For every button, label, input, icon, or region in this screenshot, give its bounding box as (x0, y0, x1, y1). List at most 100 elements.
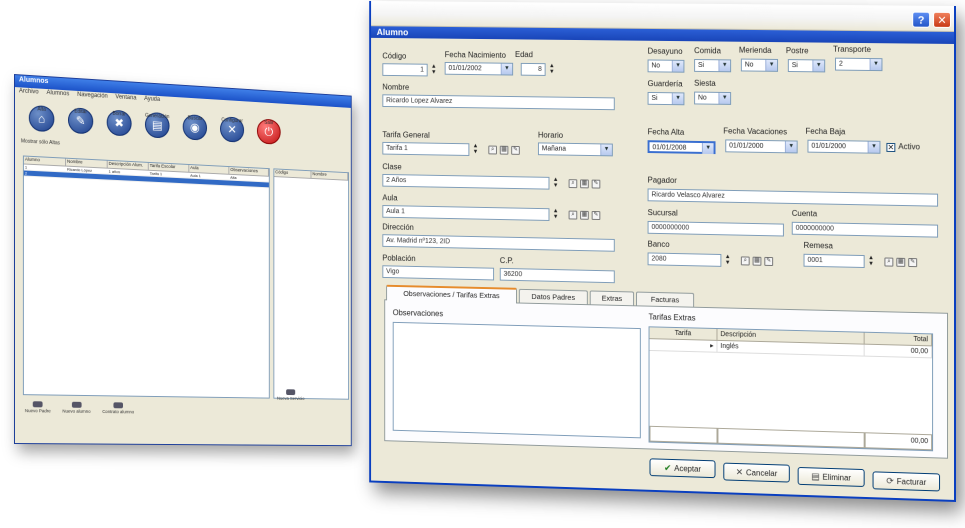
toolbar-editar-button[interactable]: ✎ Editar (66, 107, 95, 135)
alumno-dialog: ? ✕ Alumno Código 1 ▲ ▼ Fecha Nacimiento … (369, 0, 956, 503)
grid-header: Código Nombre (274, 169, 349, 181)
edit-icon[interactable]: ✎ (511, 145, 520, 155)
merienda-select[interactable]: No ▼ (740, 58, 779, 72)
cancelar-button[interactable]: ✕ Cancelar (723, 462, 790, 483)
horario-select[interactable]: Mañana ▼ (537, 142, 613, 157)
codigo-stepper[interactable]: ▲ ▼ (430, 64, 439, 77)
tarifas-extras-table[interactable]: Tarifa Descripción Total ▸ Inglés 00,00 … (648, 326, 934, 452)
aceptar-button[interactable]: ✔ Aceptar (649, 458, 716, 479)
tab-facturas[interactable]: Facturas (635, 291, 695, 307)
menu-item[interactable]: Ventana (115, 94, 136, 102)
banco-field[interactable]: 2080 (647, 252, 722, 267)
column-header[interactable]: Código (274, 169, 312, 178)
clase-field[interactable]: 2 Años (382, 173, 550, 190)
chevron-down-icon: ▼ (765, 59, 778, 71)
edit-icon[interactable]: ✎ (591, 211, 601, 221)
fecha-alta-label: Fecha Alta (647, 127, 685, 137)
fecha-nacimiento-label: Fecha Nacimiento (444, 50, 506, 60)
toolbar-borrar-button[interactable]: ✖ Borrar (105, 109, 134, 137)
edad-field[interactable]: 8 (520, 62, 546, 76)
edit-icon[interactable]: ✎ (908, 257, 918, 268)
fecha-alta-picker[interactable]: 01/01/2008 ▼ (647, 140, 716, 155)
cuenta-field[interactable]: 0000000000 (791, 221, 939, 238)
postre-label: Postre (785, 46, 809, 56)
column-header[interactable]: Nombre (311, 171, 349, 180)
cancel-icon: ✕ (735, 466, 744, 478)
edit-icon[interactable]: ✎ (764, 256, 774, 267)
nuevo-padre-button[interactable]: Nuevo Padre (25, 401, 51, 413)
background-window: Alumnos Archivo Alumnos Navegación Venta… (14, 74, 352, 447)
table-icon[interactable]: ▦ (752, 256, 762, 266)
sucursal-field[interactable]: 0000000000 (647, 220, 784, 237)
desayuno-select[interactable]: No ▼ (647, 59, 685, 73)
codigo-field[interactable]: 1 (382, 63, 428, 77)
user-icon (32, 401, 43, 408)
tarifa-stepper[interactable]: ▲ ▼ (471, 143, 480, 156)
toolbar-configurar-button[interactable]: ✕ Configurar (218, 116, 246, 143)
table-icon[interactable]: ▦ (580, 179, 589, 189)
tab-extras[interactable]: Extras (589, 290, 635, 306)
fecha-vacaciones-picker[interactable]: 01/01/2000 ▼ (725, 139, 798, 154)
search-icon[interactable]: ⌕ (488, 145, 497, 155)
fecha-baja-picker[interactable]: 01/01/2000 ▼ (807, 139, 881, 154)
fecha-nacimiento-picker[interactable]: 01/01/2002 ▼ (444, 62, 514, 76)
chevron-down-icon: ▼ (701, 143, 714, 155)
table-cell[interactable]: ▸ (649, 339, 718, 353)
aula-stepper[interactable]: ▲ ▼ (551, 208, 560, 221)
banco-stepper[interactable]: ▲ ▼ (723, 254, 732, 267)
eliminar-button[interactable]: ▤ Eliminar (797, 466, 865, 488)
nueva-servicio-button[interactable]: Nueva Servicio (277, 389, 304, 401)
guarderia-select[interactable]: Si ▼ (647, 91, 685, 106)
aula-field[interactable]: Aula 1 (382, 205, 550, 221)
siesta-select[interactable]: No ▼ (694, 91, 732, 105)
comida-select[interactable]: Si ▼ (694, 59, 732, 73)
chevron-down-icon: ▼ (671, 93, 684, 105)
pagador-field[interactable]: Ricardo Velasco Alvarez (647, 188, 939, 207)
secondary-grid[interactable]: Código Nombre (273, 168, 350, 400)
nombre-field[interactable]: Ricardo Lopez Alvarez (382, 94, 615, 111)
pagador-label: Pagador (647, 175, 677, 186)
observaciones-textarea[interactable] (392, 321, 641, 439)
remesa-field[interactable]: 0001 (803, 253, 865, 269)
postre-select[interactable]: Si ▼ (787, 59, 826, 73)
direccion-field[interactable]: Av. Madrid nº123, 2ID (382, 234, 615, 252)
search-icon[interactable]: ⌕ (568, 210, 578, 220)
search-icon[interactable]: ⌕ (568, 179, 578, 189)
comida-label: Comida (694, 46, 721, 56)
tab-observaciones[interactable]: Observaciones / Tarifas Extras (386, 284, 517, 304)
search-icon[interactable]: ⌕ (884, 257, 894, 267)
observaciones-label: Observaciones (392, 308, 444, 319)
remesa-stepper[interactable]: ▲ ▼ (867, 255, 876, 268)
background-bottom-buttons: Nuevo Padre Nuevo alumno Contrato alumno (25, 401, 134, 414)
menu-item[interactable]: Ayuda (144, 96, 160, 104)
table-cell[interactable]: 00,00 (864, 344, 933, 359)
activo-checkbox[interactable]: ✕ (886, 142, 896, 153)
menu-item[interactable]: Alumnos (47, 90, 70, 98)
transporte-select[interactable]: 2 ▼ (835, 57, 883, 72)
close-button[interactable]: ✕ (933, 11, 952, 28)
banco-label: Banco (647, 239, 670, 249)
edad-stepper[interactable]: ▲ ▼ (548, 63, 557, 76)
menu-item[interactable]: Archivo (19, 88, 39, 96)
nuevo-alumno-button[interactable]: Nuevo alumno (62, 401, 91, 414)
students-grid[interactable]: Alumno Nombre Descripción Alum. Tarifa E… (22, 155, 270, 399)
search-icon[interactable]: ⌕ (740, 256, 750, 266)
help-button[interactable]: ? (912, 11, 931, 28)
clase-stepper[interactable]: ▲ ▼ (551, 177, 560, 190)
table-icon[interactable]: ▦ (896, 257, 906, 267)
table-icon[interactable]: ▦ (580, 210, 589, 220)
cp-field[interactable]: 36200 (499, 267, 615, 284)
toolbar-generacion-button[interactable]: ▤ Generación (143, 111, 171, 139)
help-icon: ? (917, 14, 925, 27)
toolbar-buscar-button[interactable]: ◉ Buscar (181, 114, 209, 141)
poblacion-field[interactable]: Vigo (382, 265, 495, 281)
toolbar-salir-button[interactable]: ⏻ Salir (255, 118, 282, 145)
toolbar-alta-button[interactable]: ⌂ Alta (27, 104, 56, 133)
table-icon[interactable]: ▦ (499, 145, 509, 155)
tarifa-general-field[interactable]: Tarifa 1 (382, 141, 470, 156)
edit-icon[interactable]: ✎ (591, 179, 601, 189)
facturar-button[interactable]: ⟳ Facturar (872, 471, 941, 492)
table-cell[interactable]: Inglés (717, 340, 865, 357)
contrato-alumno-button[interactable]: Contrato alumno (102, 402, 134, 414)
document-icon (113, 402, 123, 409)
